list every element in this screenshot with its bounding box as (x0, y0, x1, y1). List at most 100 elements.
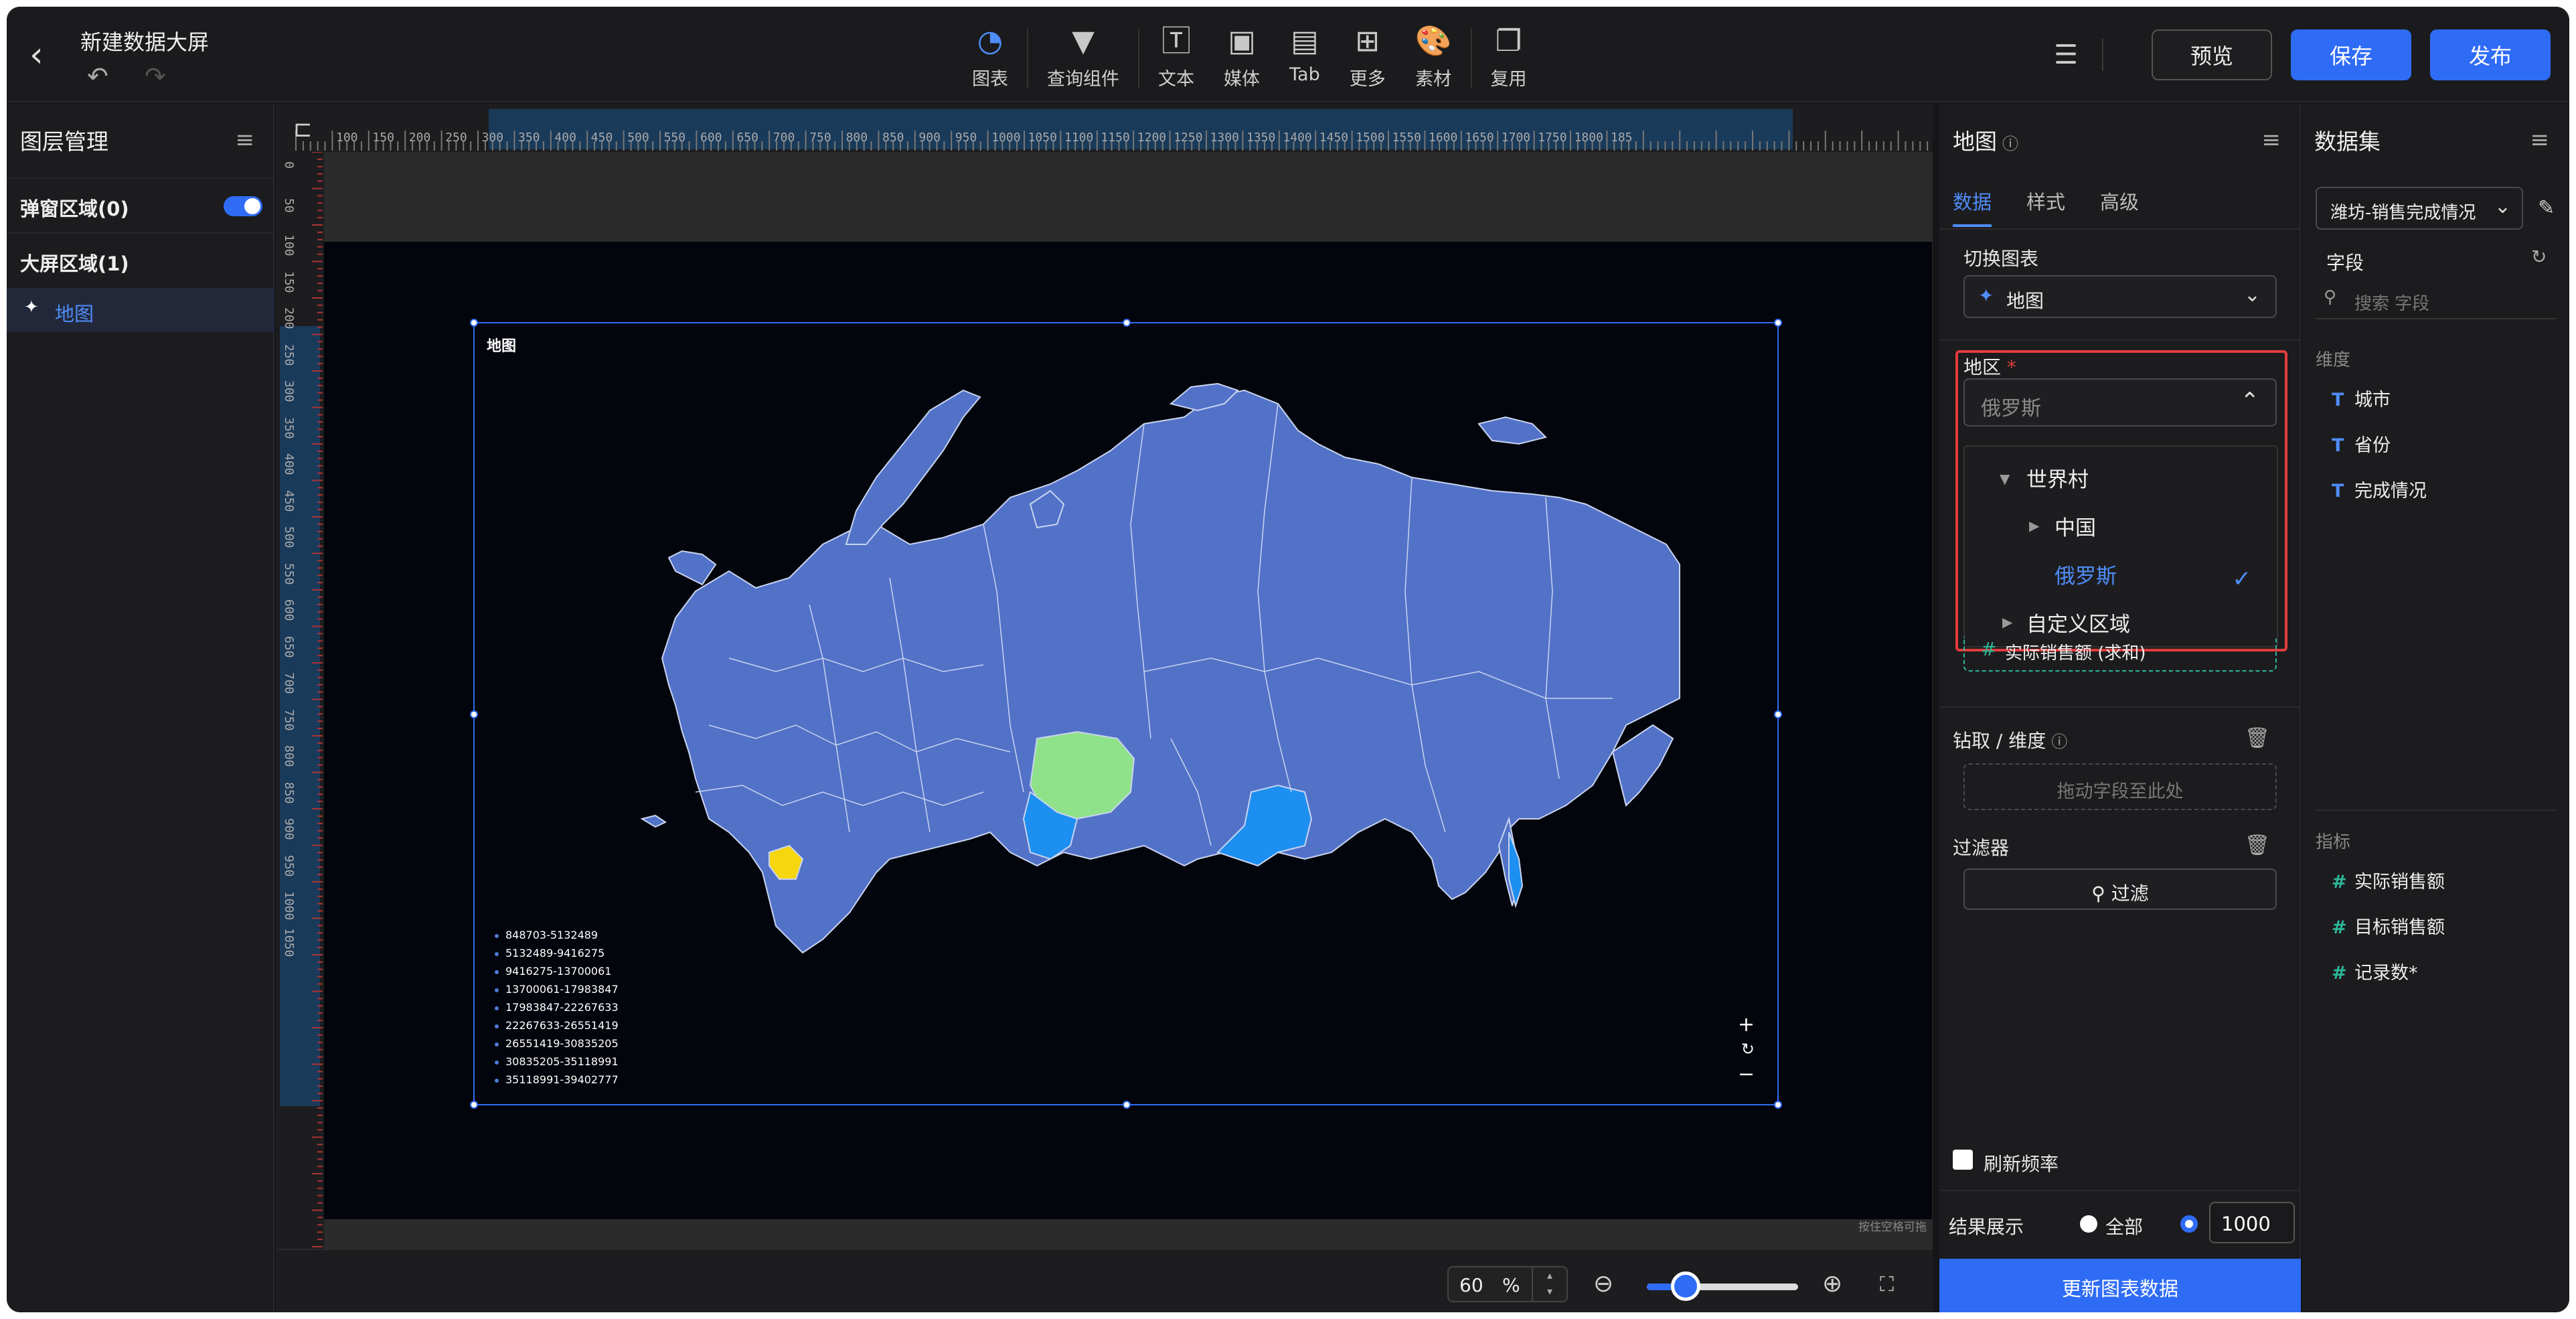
metric-item[interactable]: # 实际销售额 (2332, 867, 2445, 893)
highlight-frame (1955, 350, 2287, 651)
tool-label: 文本 (1158, 69, 1194, 90)
text-type-icon: T (2332, 435, 2344, 456)
metric-chip-label: 实际销售额 (求和) (2005, 643, 2146, 664)
funnel-icon: ⚲ (2091, 882, 2105, 905)
map-reset-icon[interactable]: ↻ (1741, 1040, 1755, 1059)
redo-icon[interactable]: ↷ (145, 62, 166, 91)
back-icon[interactable]: ‹ (29, 37, 56, 72)
fit-screen-icon[interactable]: ⛶ (1880, 1273, 1894, 1296)
dataset-title: 数据集 (2314, 129, 2381, 155)
zoom-out-icon[interactable]: ⊖ (1593, 1270, 1613, 1298)
tool-label: 媒体 (1224, 69, 1260, 90)
russia-map[interactable] (475, 323, 1780, 1107)
legend-item[interactable]: 5132489-9416275 (495, 944, 619, 962)
metric-item[interactable]: # 目标销售额 (2332, 913, 2445, 939)
tab-data[interactable]: 数据 (1953, 187, 1992, 227)
tab-icon: ▤ (1291, 24, 1319, 58)
save-button[interactable]: 保存 (2291, 29, 2411, 80)
legend-item[interactable]: 35118991-39402777 (495, 1071, 619, 1089)
tool-media[interactable]: ▣ 媒体 (1224, 23, 1260, 96)
ruler-tick-label: 450 (282, 489, 296, 512)
tool-text[interactable]: 🅃 文本 (1158, 23, 1194, 96)
map-zoom-out-icon[interactable]: − (1738, 1063, 1755, 1086)
info-icon[interactable]: ⓘ (2051, 732, 2067, 751)
filter-button[interactable]: ⚲ 过滤 (1963, 868, 2277, 910)
metric-chip[interactable]: # 实际销售额 (求和) (1963, 637, 2277, 672)
filter-button-label: ⚲ 过滤 (1965, 879, 2275, 906)
ruler-tick-label: 650 (736, 131, 758, 145)
layer-item-map[interactable]: ✦ 地图 (7, 288, 274, 332)
dimension-item[interactable]: T 城市 (2332, 385, 2391, 411)
ruler-tick-label: 850 (282, 781, 296, 804)
drill-dropzone[interactable]: 拖动字段至此处 (1963, 763, 2277, 810)
legend-item[interactable]: 22267633-26551419 (495, 1016, 619, 1034)
tab-advanced[interactable]: 高级 (2100, 187, 2139, 227)
map-component[interactable]: 地图 848703-5132489 5132489-9416275 941627… (470, 319, 1782, 1109)
zoom-in-icon[interactable]: ⊕ (1822, 1270, 1842, 1298)
ruler-corner-icon[interactable]: ⊏ (293, 116, 313, 143)
ruler-tick-label: 750 (282, 708, 296, 731)
tool-reuse[interactable]: ❐ 复用 (1491, 23, 1527, 96)
legend-item[interactable]: 848703-5132489 (495, 926, 619, 944)
canvas-bottom-bar: 60 % ▴ ▾ ⊖ ⊕ ⛶ (276, 1249, 1933, 1312)
popup-area-label: 弹窗区域(0) (20, 198, 129, 220)
map-zoom-in-icon[interactable]: + (1738, 1013, 1755, 1036)
dimension-item[interactable]: T 完成情况 (2332, 476, 2427, 502)
tool-chart[interactable]: ◔ 图表 (972, 23, 1008, 96)
zoom-stepper-icon[interactable]: ▴ ▾ (1532, 1267, 1566, 1301)
refresh-label: 刷新频率 (1984, 1153, 2059, 1175)
undo-icon[interactable]: ↶ (87, 62, 108, 91)
ruler-tick-label: 1050 (1028, 131, 1057, 145)
field-search-input[interactable]: ⚲ 搜索 字段 (2316, 282, 2557, 319)
preview-button[interactable]: 预览 (2152, 29, 2272, 80)
zoom-slider-knob[interactable] (1671, 1271, 1700, 1301)
popup-area-toggle[interactable] (224, 196, 262, 216)
tool-material[interactable]: 🎨 素材 (1415, 23, 1452, 96)
refresh-icon[interactable]: ↻ (2531, 246, 2547, 268)
tab-style[interactable]: 样式 (2026, 187, 2065, 227)
switch-chart-label: 切换图表 (1963, 248, 2039, 270)
ruler-tick-label: 550 (282, 562, 296, 585)
result-all-radio[interactable] (2080, 1215, 2097, 1233)
palette-icon: 🎨 (1415, 24, 1452, 58)
metric-group-label: 指标 (2316, 832, 2351, 852)
publish-button[interactable]: 发布 (2430, 29, 2551, 80)
ruler-tick-label: 1200 (1137, 131, 1167, 145)
zoom-slider[interactable] (1647, 1271, 1798, 1301)
screen-stage[interactable]: 地图 848703-5132489 5132489-9416275 941627… (324, 242, 1932, 1234)
result-count-input[interactable]: 1000 (2209, 1202, 2295, 1243)
update-chart-button[interactable]: 更新图表数据 (1939, 1259, 2301, 1312)
chart-type-select[interactable]: ✦ 地图 ⌄ (1963, 275, 2277, 318)
tool-tab[interactable]: ▤ Tab (1289, 23, 1320, 96)
legend-item[interactable]: 13700061-17983847 (495, 980, 619, 998)
result-count-radio[interactable] (2180, 1215, 2198, 1233)
collapse-menu-icon[interactable]: ≡ (236, 127, 255, 153)
collapse-menu-icon[interactable]: ≡ (2262, 127, 2281, 153)
tool-more[interactable]: ⊞ 更多 (1350, 23, 1386, 96)
legend-item[interactable]: 9416275-13700061 (495, 962, 619, 980)
filter-label: 过滤器 (1953, 837, 2010, 859)
divider (1939, 1190, 2301, 1191)
trash-icon[interactable]: 🗑 (2245, 726, 2270, 750)
legend-item[interactable]: 26551419-30835205 (495, 1034, 619, 1053)
ruler-tick-label: 1550 (1392, 131, 1421, 145)
zoom-input[interactable]: 60 % ▴ ▾ (1447, 1266, 1568, 1302)
trash-icon[interactable]: 🗑 (2245, 834, 2270, 857)
edit-icon[interactable]: ✎ (2538, 196, 2555, 220)
metric-item[interactable]: # 记录数* (2332, 958, 2418, 984)
tool-label: 素材 (1415, 69, 1452, 90)
settings-sliders-icon[interactable]: ☰ (2054, 40, 2078, 70)
dimension-item[interactable]: T 省份 (2332, 431, 2391, 457)
collapse-menu-icon[interactable]: ≡ (2530, 127, 2550, 153)
refresh-checkbox[interactable] (1953, 1150, 1973, 1170)
dataset-select[interactable]: 潍坊-销售完成情况 ⌄ (2316, 187, 2523, 230)
dimension-item-label: 城市 (2354, 390, 2391, 410)
tool-query[interactable]: ▼ 查询组件 (1047, 23, 1119, 96)
legend-item[interactable]: 17983847-22267633 (495, 998, 619, 1016)
ruler-tick-label: 1800 (1574, 131, 1603, 145)
fields-label: 字段 (2326, 252, 2364, 274)
hash-icon: # (2332, 872, 2347, 893)
legend-item[interactable]: 30835205-35118991 (495, 1053, 619, 1071)
info-icon[interactable]: ⓘ (2002, 135, 2018, 153)
ruler-tick-label: 450 (590, 131, 613, 145)
